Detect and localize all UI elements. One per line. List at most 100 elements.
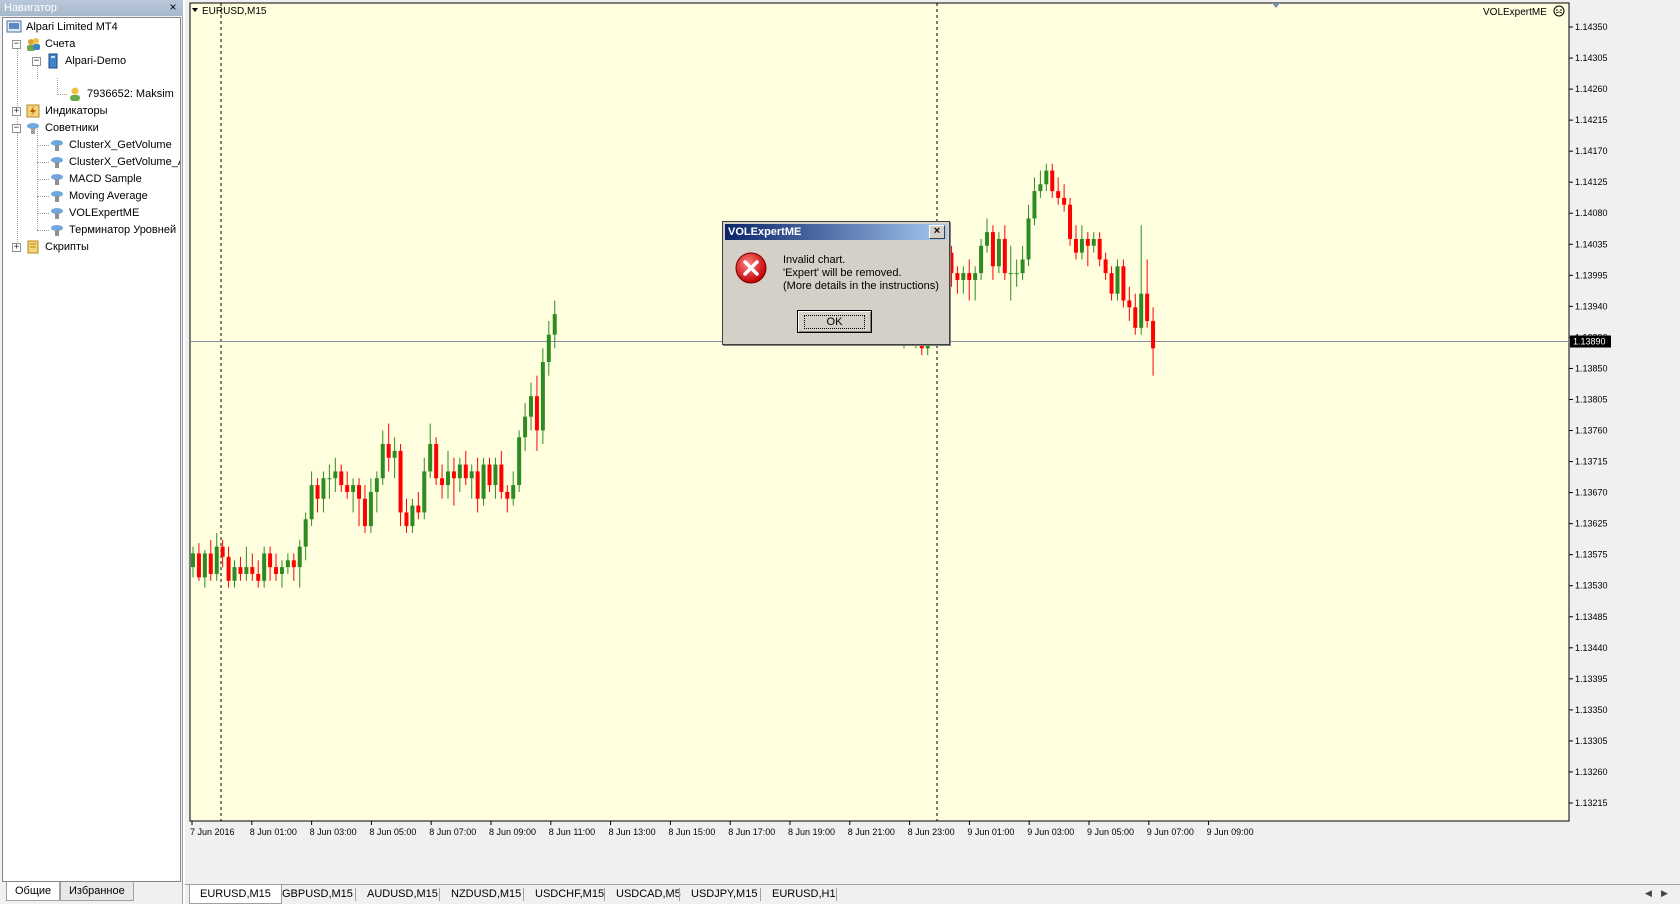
candle-body bbox=[392, 450, 397, 458]
scroll-left-icon[interactable]: ◀ bbox=[1645, 888, 1652, 899]
navigator-tree[interactable]: Alpari Limited MT4 − Счета − Alpari-Demo… bbox=[2, 17, 181, 882]
candle-body bbox=[534, 396, 539, 431]
tab-separator bbox=[679, 888, 680, 901]
navigator-tabs: Общие Избранное bbox=[2, 882, 181, 902]
error-icon bbox=[735, 252, 767, 284]
candle-body bbox=[1103, 259, 1108, 274]
candle-body bbox=[1050, 170, 1055, 192]
chart-tab[interactable]: EURUSD,M15 bbox=[189, 885, 282, 904]
chart-tabs-bar: EURUSD,M15 GBPUSD,M15 AUDUSD,M15 NZDUSD,… bbox=[185, 884, 1680, 904]
tree-experts[interactable]: − Советники bbox=[12, 119, 99, 137]
tab-common[interactable]: Общие bbox=[6, 882, 61, 901]
candle-body bbox=[1151, 320, 1156, 349]
tree-accounts[interactable]: − Счета bbox=[12, 35, 75, 53]
tab-separator bbox=[523, 888, 524, 901]
price-tick-label: 1.14080 bbox=[1575, 208, 1608, 218]
tree-expert-item[interactable]: Терминатор Уровней bbox=[49, 221, 176, 239]
tree-line bbox=[37, 179, 49, 180]
candle-body bbox=[238, 567, 243, 574]
collapse-icon[interactable]: − bbox=[12, 123, 21, 133]
time-tick-label: 8 Jun 01:00 bbox=[250, 827, 297, 837]
navigator-titlebar[interactable]: Навигатор × bbox=[0, 0, 183, 16]
tree-indicators[interactable]: + Индикаторы bbox=[12, 102, 108, 120]
price-tick-label: 1.13760 bbox=[1575, 426, 1608, 436]
price-tick-label: 1.14260 bbox=[1575, 84, 1608, 94]
chart-tab[interactable]: USDCHF,M15 bbox=[525, 885, 614, 904]
time-tick-label: 9 Jun 07:00 bbox=[1147, 827, 1194, 837]
indicators-icon bbox=[25, 103, 41, 119]
price-tick-label: 1.13260 bbox=[1575, 767, 1608, 777]
chart-tab[interactable]: USDJPY,M15 bbox=[681, 885, 767, 904]
tab-separator bbox=[604, 888, 605, 901]
tree-expert-item[interactable]: ClusterX_GetVolume bbox=[49, 136, 172, 154]
candle-body bbox=[1139, 293, 1144, 328]
expand-icon[interactable]: + bbox=[12, 242, 21, 252]
chart-tab[interactable]: AUDUSD,M15 bbox=[357, 885, 448, 904]
candle-body bbox=[1085, 238, 1090, 246]
dialog-titlebar[interactable]: VOLExpertME × bbox=[725, 224, 947, 240]
tab-favorites[interactable]: Избранное bbox=[60, 882, 134, 901]
chart-window[interactable]: 1.14350 1.14305 1.14260 1.14215 1.14170 1.141… bbox=[185, 0, 1680, 884]
close-icon[interactable]: × bbox=[167, 0, 179, 16]
candle-body bbox=[315, 485, 320, 499]
price-tick-label: 1.13440 bbox=[1575, 643, 1608, 653]
candle-body bbox=[262, 553, 267, 581]
tree-line bbox=[37, 213, 49, 214]
price-chart[interactable]: 1.14350 1.14305 1.14260 1.14215 1.14170 1.141… bbox=[185, 0, 1680, 884]
tree-account[interactable]: 7936652: Maksim bbox=[67, 85, 174, 103]
candle-body bbox=[523, 416, 528, 438]
candle-body bbox=[1038, 184, 1043, 192]
tree-line bbox=[57, 94, 67, 95]
candle-body bbox=[291, 560, 296, 568]
chart-symbol-label: EURUSD,M15 bbox=[202, 6, 267, 17]
ok-button[interactable]: OK bbox=[797, 310, 872, 333]
candle-body bbox=[949, 252, 954, 274]
price-tick-label: 1.13485 bbox=[1575, 612, 1608, 622]
tree-scripts[interactable]: + Скрипты bbox=[12, 238, 89, 256]
candle-body bbox=[1097, 238, 1102, 260]
candle-body bbox=[386, 444, 391, 458]
price-tick-label: 1.13715 bbox=[1575, 457, 1608, 467]
candle-body bbox=[232, 567, 237, 581]
tree-line bbox=[37, 162, 49, 163]
time-tick-label: 8 Jun 11:00 bbox=[549, 827, 595, 837]
candle-body bbox=[268, 553, 273, 568]
tab-separator bbox=[439, 888, 440, 901]
tree-expert-item[interactable]: Moving Average bbox=[49, 187, 148, 205]
collapse-icon[interactable]: − bbox=[32, 56, 41, 66]
price-tick-label: 1.13305 bbox=[1575, 736, 1608, 746]
time-tick-label: 9 Jun 05:00 bbox=[1087, 827, 1134, 837]
tree-line bbox=[17, 44, 18, 246]
candle-body bbox=[487, 464, 492, 486]
candle-body bbox=[220, 546, 225, 557]
price-tick-label: 1.14035 bbox=[1575, 239, 1608, 249]
candle-body bbox=[380, 444, 385, 479]
chart-tab[interactable]: EURUSD,H1 bbox=[762, 885, 846, 904]
scroll-right-icon[interactable]: ▶ bbox=[1661, 888, 1668, 899]
candle-body bbox=[1002, 238, 1007, 274]
candle-body bbox=[540, 362, 545, 431]
tree-expert-item[interactable]: VOLExpertME bbox=[49, 204, 139, 222]
collapse-icon[interactable]: − bbox=[12, 39, 21, 49]
candle-body bbox=[339, 471, 344, 486]
tree-root[interactable]: Alpari Limited MT4 bbox=[6, 18, 118, 36]
expert-icon bbox=[49, 137, 65, 153]
tree-server[interactable]: − Alpari-Demo bbox=[32, 52, 126, 70]
chart-tab[interactable]: NZDUSD,M15 bbox=[441, 885, 531, 904]
price-tick-label: 1.13395 bbox=[1575, 674, 1608, 684]
expert-icon bbox=[49, 171, 65, 187]
candle-body bbox=[445, 471, 450, 486]
tree-expert-item[interactable]: ClusterX_GetVolume_A bbox=[49, 153, 180, 171]
expand-icon[interactable]: + bbox=[12, 106, 21, 116]
price-tick-label: 1.13850 bbox=[1575, 363, 1608, 373]
chart-tab[interactable]: GBPUSD,M15 bbox=[272, 885, 363, 904]
candle-body bbox=[214, 546, 219, 574]
candle-body bbox=[440, 478, 445, 486]
close-icon[interactable]: × bbox=[929, 225, 945, 239]
expert-icon bbox=[49, 188, 65, 204]
candle-body bbox=[428, 444, 433, 472]
candle-body bbox=[481, 464, 486, 499]
tree-expert-item[interactable]: MACD Sample bbox=[49, 170, 142, 188]
time-tick-label: 8 Jun 19:00 bbox=[788, 827, 835, 837]
navigator-panel: Навигатор × Alpari Limited MT4 − Счета −… bbox=[0, 0, 183, 904]
